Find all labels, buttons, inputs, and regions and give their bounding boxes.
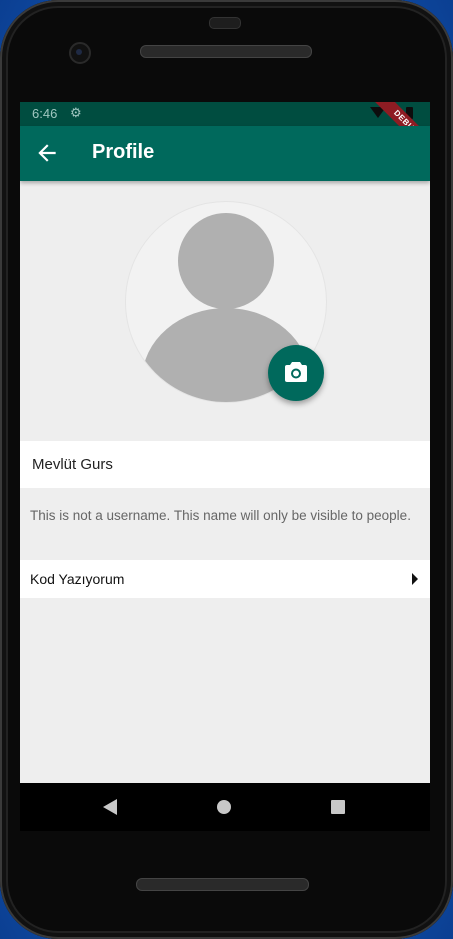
name-field[interactable]: Mevlüt Gurs [20,441,430,488]
app-bar: Profile [20,126,430,181]
navigation-bar [20,783,430,831]
app-screen: 6:46 ⚙ DEBUG Profile Mevlüt Gurs This is… [20,102,430,783]
about-row[interactable]: Kod Yazıyorum [20,560,430,598]
nav-back-icon[interactable] [103,799,117,815]
phone-frame: 6:46 ⚙ DEBUG Profile Mevlüt Gurs This is… [0,0,453,939]
nav-recents-icon[interactable] [331,800,345,814]
name-value: Mevlüt Gurs [32,456,113,473]
earpiece [209,17,241,29]
gear-icon: ⚙ [70,105,82,120]
change-photo-button[interactable] [268,345,324,401]
status-time: 6:46 [32,106,58,121]
back-button[interactable] [34,140,60,166]
bottom-speaker [136,878,309,891]
arrow-back-icon [38,144,56,162]
name-hint: This is not a username. This name will o… [30,508,411,523]
front-camera [69,42,91,64]
nav-home-icon[interactable] [217,800,231,814]
about-value: Kod Yazıyorum [30,571,125,587]
status-bar: 6:46 ⚙ [20,102,430,126]
page-title: Profile [92,141,155,163]
top-speaker [140,45,312,58]
camera-icon [285,362,307,382]
chevron-right-icon [412,573,418,585]
